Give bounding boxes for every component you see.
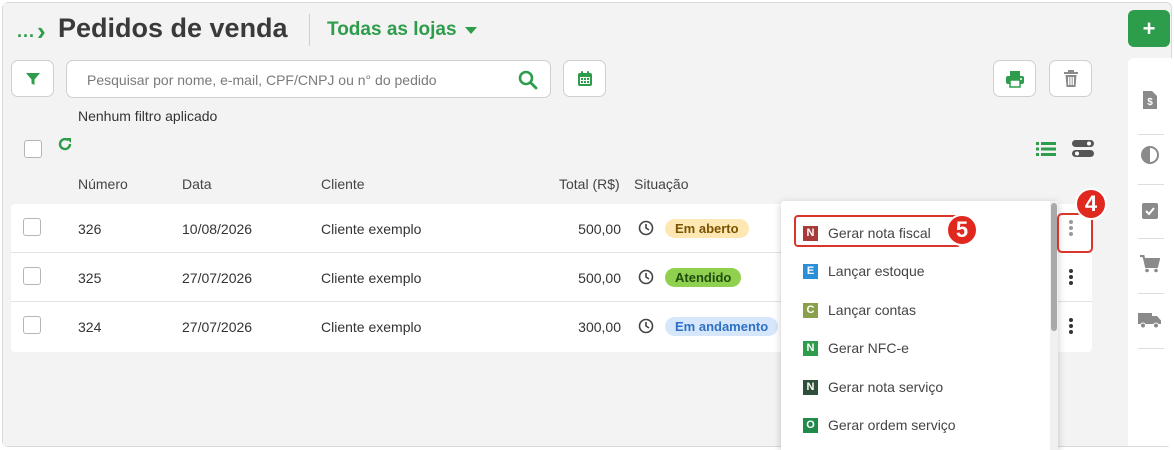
step-badge-5: 5 [946,214,978,246]
order-date: 27/07/2026 [182,270,253,286]
title-divider [309,14,310,46]
row-actions-button[interactable] [1066,266,1076,288]
row-checkbox[interactable] [23,316,41,334]
column-header-numero[interactable]: Número [78,176,128,192]
main-panel: ... › Pedidos de venda Todas as lojas Ne… [3,3,1123,450]
search-box[interactable] [66,60,551,98]
menu-item-gerar-nota-servico[interactable]: N Gerar nota serviço [803,377,943,397]
menu-item-lancar-estoque[interactable]: E Lançar estoque [803,261,925,281]
row-actions-button[interactable] [1066,315,1076,337]
order-number: 325 [78,270,102,286]
highlight-gerar-nota-fiscal [794,215,961,247]
calendar-icon [577,70,592,86]
caret-down-icon [464,26,477,34]
print-button[interactable] [993,60,1036,97]
menu-item-label: Gerar nota serviço [828,379,944,395]
right-rail: $ [1128,58,1172,446]
search-input[interactable] [87,70,507,90]
order-total: 500,00 [578,221,621,237]
row-checkbox[interactable] [23,267,41,285]
select-all-checkbox[interactable] [24,140,42,158]
chevron-right-icon: › [37,16,46,46]
nota-servico-icon: N [803,379,818,395]
printer-icon [1005,70,1024,88]
menu-item-gerar-ordem-servico[interactable]: O Gerar ordem serviço [803,415,956,435]
status-badge: Atendido [665,268,742,287]
add-order-button[interactable]: + [1128,10,1170,47]
invoice-icon: $ [1143,90,1157,109]
list-view-icon[interactable] [1036,141,1056,157]
breadcrumb[interactable]: ... › [17,18,46,44]
nfce-icon: N [803,340,818,356]
truck-icon [1138,312,1161,328]
refresh-icon[interactable] [57,136,73,152]
order-number: 324 [78,319,102,335]
rail-cart[interactable] [1128,244,1172,283]
column-header-cliente[interactable]: Cliente [321,176,365,192]
page-title: Pedidos de venda [58,13,288,43]
step-badge-4: 4 [1075,188,1107,220]
rail-contrast[interactable] [1128,135,1172,174]
store-select-label: Todas as lojas [327,19,457,40]
rail-checklist[interactable] [1128,191,1172,230]
clock-icon [638,318,654,334]
ordem-servico-icon: O [803,417,818,433]
menu-item-label: Lançar estoque [828,263,925,279]
order-date: 27/07/2026 [182,319,253,335]
order-total: 500,00 [578,270,621,286]
store-select[interactable]: Todas as lojas [327,19,477,41]
status-badge: Em andamento [665,317,779,336]
row-checkbox[interactable] [23,218,41,236]
cart-icon [1140,254,1160,272]
estoque-icon: E [803,263,818,279]
contas-icon: C [803,302,818,318]
toggle-view-icon[interactable] [1072,140,1094,158]
status-badge: Em aberto [665,219,749,238]
order-date: 10/08/2026 [182,221,253,237]
rail-delivery[interactable] [1128,300,1172,339]
order-client: Cliente exemplo [321,319,422,335]
column-header-situacao[interactable]: Situação [634,176,688,192]
menu-item-gerar-nfce[interactable]: N Gerar NFC-e [803,338,909,358]
filter-button[interactable] [11,60,54,97]
menu-item-label: Gerar ordem serviço [828,417,956,433]
order-client: Cliente exemplo [321,221,422,237]
order-number: 326 [78,221,102,237]
menu-item-lancar-contas[interactable]: C Lançar contas [803,300,916,320]
contrast-icon [1141,145,1159,164]
rail-invoice[interactable]: $ [1128,80,1172,119]
clock-icon [638,220,654,236]
svg-text:$: $ [1147,97,1153,108]
filter-icon [25,72,40,85]
filter-status: Nenhum filtro aplicado [78,108,218,124]
trash-icon [1063,69,1078,87]
delete-button[interactable] [1049,60,1092,97]
clock-icon [638,269,654,285]
menu-item-label: Gerar NFC-e [828,340,909,356]
menu-item-label: Lançar contas [828,302,916,318]
search-icon[interactable] [518,70,538,90]
order-total: 300,00 [578,319,621,335]
breadcrumb-dots[interactable]: ... [17,21,35,42]
column-header-total[interactable]: Total (R$) [559,176,620,192]
date-filter-button[interactable] [563,60,606,97]
checkbox-icon [1142,202,1158,219]
order-client: Cliente exemplo [321,270,422,286]
column-header-data[interactable]: Data [182,176,212,192]
